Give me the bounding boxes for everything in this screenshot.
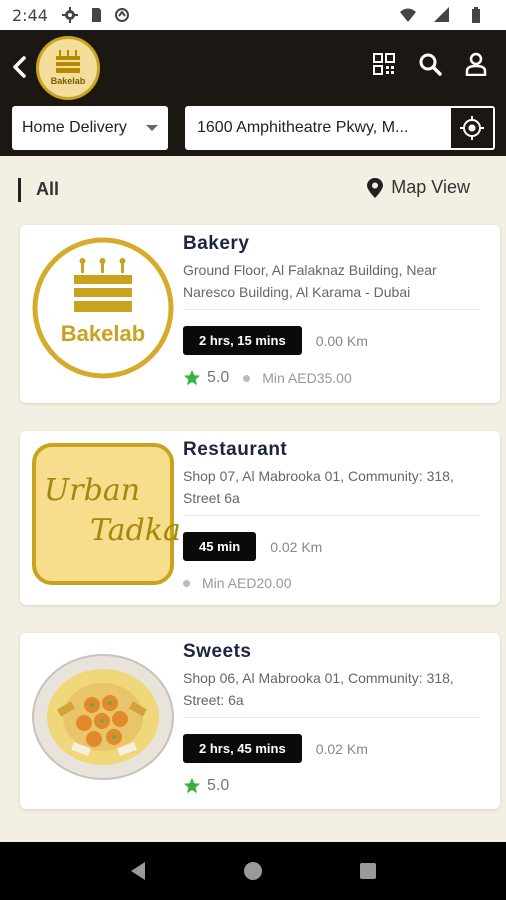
store-logo-text-2: Tadka — [90, 513, 181, 548]
chevron-down-icon — [146, 125, 158, 131]
nav-back-icon[interactable] — [127, 860, 149, 882]
cake-icon — [56, 50, 80, 73]
store-card-restaurant[interactable]: Urban Tadka Restaurant Shop 07, Al Mabro… — [20, 431, 500, 605]
min-order: Min AED20.00 — [202, 575, 292, 591]
divider — [183, 309, 479, 310]
store-rating: 5.0 — [207, 777, 230, 794]
delivery-time-badge: 45 min — [183, 532, 257, 561]
status-time: 2:44 — [12, 5, 48, 25]
store-card-sweets[interactable]: Sweets Shop 06, Al Mabrooka 01, Communit… — [20, 633, 500, 809]
nav-home-icon[interactable] — [242, 860, 264, 882]
delivery-time-badge: 2 hrs, 45 mins — [183, 734, 302, 763]
store-address: Ground Floor, Al Falaknaz Building, Near… — [183, 262, 437, 300]
store-rating: 5.0 — [207, 369, 230, 386]
back-arrow-icon[interactable] — [8, 52, 32, 82]
delivery-time-badge: 2 hrs, 15 mins — [183, 326, 302, 355]
qr-code-icon[interactable] — [372, 52, 396, 76]
search-icon[interactable] — [418, 52, 442, 76]
store-card-bakery[interactable]: Bakelab Bakery Ground Floor, Al Falaknaz… — [20, 225, 500, 403]
brand-logo-text: Bakelab — [50, 76, 86, 86]
status-bar: 2:44 — [0, 0, 506, 30]
system-nav-bar — [0, 842, 506, 900]
gps-target-icon — [460, 116, 484, 140]
divider — [183, 515, 479, 516]
sim-icon — [91, 8, 101, 22]
star-icon — [183, 369, 201, 386]
delivery-mode-value: Home Delivery — [22, 119, 127, 136]
brand-logo[interactable]: Bakelab — [36, 36, 100, 100]
map-view-label: Map View — [391, 177, 470, 197]
store-logo-urban-tadka: Urban Tadka — [32, 443, 181, 585]
battery-icon — [472, 7, 480, 23]
store-photo-sweets-platter — [32, 645, 174, 787]
separator-dot — [243, 374, 251, 382]
filter-bar: All Map View — [0, 172, 506, 208]
store-name: Bakery — [183, 233, 250, 254]
filter-all-tab[interactable]: All — [36, 179, 59, 200]
store-address: Shop 07, Al Mabrooka 01, Community: 318,… — [183, 468, 454, 506]
store-distance: 0.02 Km — [315, 740, 368, 757]
user-icon[interactable] — [464, 52, 488, 76]
delivery-mode-select[interactable]: Home Delivery — [12, 106, 168, 150]
store-name: Restaurant — [183, 439, 288, 460]
divider — [183, 717, 479, 718]
store-address: Shop 06, Al Mabrooka 01, Community: 318,… — [183, 670, 454, 708]
address-value: 1600 Amphitheatre Pkwy, M... — [197, 119, 409, 136]
store-logo-text-1: Urban — [44, 473, 141, 508]
separator-dot — [183, 579, 190, 587]
star-icon — [183, 777, 201, 794]
min-order: Min AED35.00 — [262, 370, 352, 386]
filter-marker — [18, 178, 21, 202]
signal-icon — [434, 7, 449, 22]
settings-icon — [61, 7, 78, 23]
nav-recents-icon[interactable] — [357, 860, 379, 882]
data-saver-icon — [114, 8, 129, 22]
store-distance: 0.02 Km — [270, 538, 323, 555]
app-header: Bakelab Home Delivery 1600 Amphitheatre … — [0, 30, 506, 156]
store-distance: 0.00 Km — [315, 332, 368, 349]
wifi-icon — [400, 8, 416, 22]
store-logo-bakelab: Bakelab — [32, 237, 174, 379]
locate-button[interactable] — [449, 106, 495, 150]
map-view-button[interactable]: Map View — [367, 177, 470, 198]
store-name: Sweets — [183, 641, 252, 662]
address-field[interactable]: 1600 Amphitheatre Pkwy, M... — [185, 106, 495, 150]
map-pin-icon — [367, 177, 384, 198]
store-logo-text: Bakelab — [60, 321, 146, 346]
